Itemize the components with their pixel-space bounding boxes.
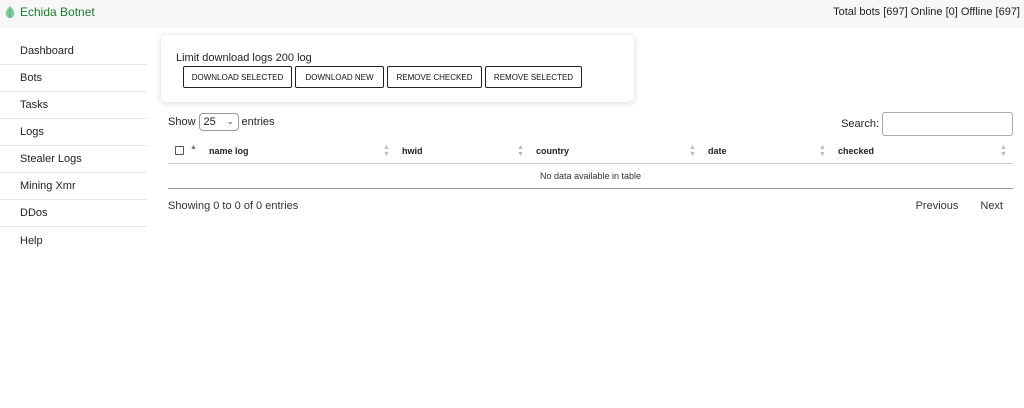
sort-icon[interactable]: ▲ ▼ (383, 144, 390, 158)
sidebar-item-label: Tasks (20, 99, 49, 111)
pagination: Previous Next (916, 200, 1003, 212)
action-buttons: DOWNLOAD SELECTED DOWNLOAD NEW REMOVE CH… (183, 66, 582, 88)
column-header-date[interactable]: date (708, 146, 727, 156)
sidebar-item-label: Help (20, 234, 43, 247)
table-search: Search: (841, 112, 1013, 136)
sort-icon[interactable]: ▲ ▼ (1000, 144, 1007, 158)
chevron-down-icon: ⌄ (226, 117, 234, 126)
limit-text: Limit download logs 200 log (176, 52, 312, 64)
entries-label: entries (241, 116, 275, 128)
sidebar-item-bots[interactable]: Bots (0, 65, 147, 92)
empty-row: No data available in table (168, 164, 1013, 189)
sidebar-item-label: Bots (20, 72, 43, 84)
table-header: ▲ name log ▲ ▼ hwid ▲ ▼ country ▲ ▼ date ▲ ▼… (168, 140, 1013, 164)
table-info: Showing 0 to 0 of 0 entries (168, 200, 299, 212)
logs-table: ▲ name log ▲ ▼ hwid ▲ ▼ country ▲ ▼ date ▲ ▼… (168, 140, 1013, 189)
sort-icon[interactable]: ▲ ▼ (819, 144, 826, 158)
column-header-name-log[interactable]: name log (209, 146, 249, 156)
search-label: Search: (841, 118, 879, 130)
entries-select[interactable]: 25 ⌄ (198, 113, 239, 131)
remove-checked-button[interactable]: REMOVE CHECKED (387, 66, 482, 88)
sort-icon[interactable]: ▲ ▼ (517, 144, 524, 158)
sidebar-item-label: DDos (20, 207, 48, 219)
bot-stats: Total bots [697] Online [0] Offline [697… (833, 6, 1020, 18)
sidebar-item-label: Stealer Logs (20, 153, 82, 165)
leaf-icon (5, 6, 15, 18)
sort-asc-icon[interactable]: ▲ (190, 144, 197, 151)
download-new-button[interactable]: DOWNLOAD NEW (295, 66, 384, 88)
sort-icon[interactable]: ▲ ▼ (689, 144, 696, 158)
download-selected-button[interactable]: DOWNLOAD SELECTED (183, 66, 292, 88)
sidebar-item-help[interactable]: Help (0, 227, 147, 254)
top-navbar: Echida Botnet Total bots [697] Online [0… (0, 0, 1024, 28)
sidebar-item-mining-xmr[interactable]: Mining Xmr (0, 173, 147, 200)
select-all-checkbox[interactable] (175, 146, 184, 155)
empty-table-message: No data available in table (539, 171, 642, 181)
sidebar-item-stealer-logs[interactable]: Stealer Logs (0, 146, 147, 173)
sidebar-item-ddos[interactable]: DDos (0, 200, 147, 227)
sidebar-item-label: Dashboard (20, 45, 74, 57)
sidebar-item-label: Mining Xmr (20, 180, 76, 192)
brand[interactable]: Echida Botnet (4, 5, 95, 19)
sidebar-item-logs[interactable]: Logs (0, 119, 147, 146)
sidebar-item-label: Logs (20, 126, 44, 138)
sidebar: Dashboard Bots Tasks Logs Stealer Logs M… (0, 38, 147, 254)
next-button[interactable]: Next (980, 200, 1003, 212)
sidebar-item-tasks[interactable]: Tasks (0, 92, 147, 119)
entries-value: 25 (203, 116, 216, 128)
column-header-hwid[interactable]: hwid (402, 146, 423, 156)
entries-length-control: Show 25 ⌄ entries (168, 113, 275, 131)
remove-selected-button[interactable]: REMOVE SELECTED (485, 66, 582, 88)
column-header-checked[interactable]: checked (838, 146, 874, 156)
actions-panel: Limit download logs 200 log DOWNLOAD SEL… (161, 35, 634, 102)
show-label: Show (168, 116, 196, 128)
sidebar-item-dashboard[interactable]: Dashboard (0, 38, 147, 65)
column-header-country[interactable]: country (536, 146, 569, 156)
app-title: Echida Botnet (20, 5, 95, 19)
search-input[interactable] (882, 112, 1013, 136)
previous-button[interactable]: Previous (916, 200, 959, 212)
